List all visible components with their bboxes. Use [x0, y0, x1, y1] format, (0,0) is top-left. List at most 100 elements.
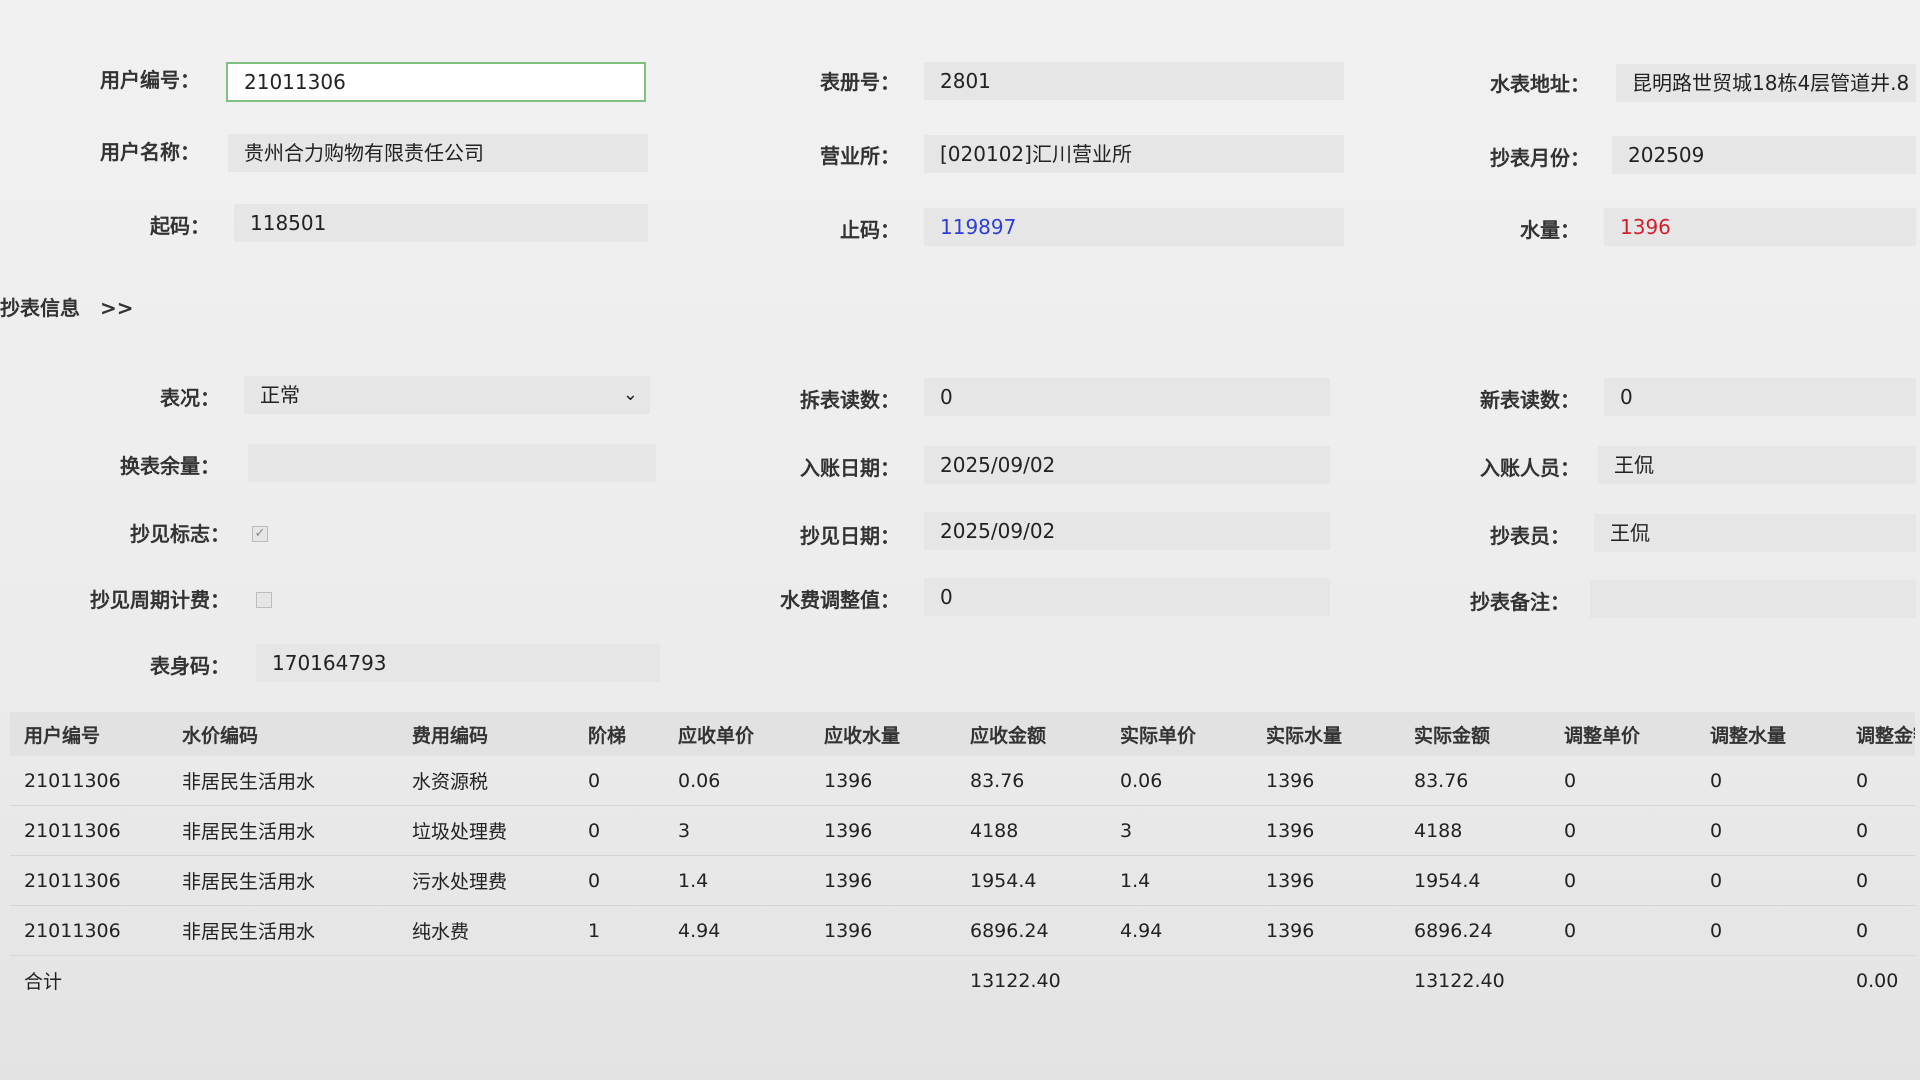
table-cell: 非居民生活用水	[168, 855, 398, 906]
reading-remark-field[interactable]	[1590, 580, 1916, 618]
cycle-fee-checkbox[interactable]	[256, 592, 272, 608]
table-cell: 4188	[956, 805, 1106, 856]
total-adjust-amount: 0.00	[1856, 969, 1899, 992]
table-cell: 纯水费	[398, 905, 574, 956]
table-cell: 6896.24	[956, 905, 1106, 956]
total-label: 合计	[24, 971, 63, 993]
new-meter-reading-label: 新表读数：	[1480, 388, 1580, 412]
table-cell: 1954.4	[956, 855, 1106, 906]
table-cell: 1954.4	[1400, 855, 1550, 906]
table-row[interactable]: 21011306 非居民生活用水 水资源税 0 0.06 1396 83.76 …	[10, 756, 1915, 806]
meter-address-field[interactable]: 昆明路世贸城18栋4层管道井.8	[1616, 64, 1916, 102]
post-person-label: 入账人员：	[1480, 456, 1580, 480]
table-cell: 0	[1842, 855, 1915, 906]
table-cell: 非居民生活用水	[168, 805, 398, 856]
meter-body-code-field[interactable]: 170164793	[256, 644, 660, 682]
table-cell: 0	[1842, 905, 1915, 956]
end-code-field[interactable]: 119897	[924, 208, 1344, 246]
column-header[interactable]: 水价编码	[168, 712, 398, 756]
office-field[interactable]: [020102]汇川营业所	[924, 135, 1344, 173]
table-cell: 污水处理费	[398, 855, 574, 906]
fee-adjust-label: 水费调整值：	[780, 588, 900, 612]
column-header[interactable]: 调整单价	[1550, 712, 1696, 756]
column-header[interactable]: 用户编号	[10, 712, 168, 756]
column-header[interactable]: 调整金额	[1842, 712, 1915, 756]
replace-balance-label: 换表余量：	[120, 454, 220, 478]
table-cell: 0	[1696, 805, 1842, 856]
column-header[interactable]: 费用编码	[398, 712, 574, 756]
meter-status-select[interactable]: 正常 ⌄	[244, 376, 650, 414]
start-code-label: 起码：	[150, 214, 210, 238]
chevron-down-icon: ⌄	[622, 384, 638, 405]
start-code-field[interactable]: 118501	[234, 204, 648, 242]
table-row[interactable]: 21011306 非居民生活用水 纯水费 1 4.94 1396 6896.24…	[10, 905, 1915, 956]
reader-field[interactable]: 王侃	[1594, 514, 1916, 552]
book-no-label: 表册号：	[820, 70, 900, 94]
table-cell: 1396	[810, 805, 956, 856]
meter-address-label: 水表地址：	[1490, 72, 1590, 96]
column-header[interactable]: 实际单价	[1106, 712, 1252, 756]
table-cell: 21011306	[10, 756, 168, 806]
new-meter-reading-field[interactable]: 0	[1604, 378, 1916, 416]
water-qty-field[interactable]: 1396	[1604, 208, 1916, 246]
table-cell: 4188	[1400, 805, 1550, 856]
book-no-field[interactable]: 2801	[924, 62, 1344, 100]
table-cell: 1396	[1252, 855, 1400, 906]
table-cell: 83.76	[956, 756, 1106, 806]
table-cell: 1396	[810, 905, 956, 956]
table-cell: 1396	[1252, 905, 1400, 956]
read-month-label: 抄表月份：	[1490, 146, 1590, 170]
seen-date-field[interactable]: 2025/09/02	[924, 512, 1330, 550]
seen-flag-checkbox[interactable]: ✓	[252, 526, 268, 542]
table-cell: 1396	[810, 855, 956, 906]
table-cell: 1396	[1252, 805, 1400, 856]
meter-status-label: 表况：	[160, 386, 220, 410]
reader-label: 抄表员：	[1490, 524, 1570, 548]
table-row[interactable]: 21011306 非居民生活用水 垃圾处理费 0 3 1396 4188 3 1…	[10, 805, 1915, 856]
column-header[interactable]: 阶梯	[574, 712, 664, 756]
column-header[interactable]: 应收水量	[810, 712, 956, 756]
column-header[interactable]: 应收金额	[956, 712, 1106, 756]
table-cell: 非居民生活用水	[168, 756, 398, 806]
water-qty-label: 水量：	[1520, 218, 1580, 242]
meter-reading-section-title[interactable]: 抄表信息 >>	[0, 292, 134, 321]
column-header[interactable]: 调整水量	[1696, 712, 1842, 756]
table-cell: 0	[1696, 756, 1842, 806]
user-no-input[interactable]: 21011306	[226, 62, 646, 102]
meter-reading-page: 用户编号： 21011306 表册号： 2801 水表地址： 昆明路世贸城18栋…	[0, 0, 1920, 1080]
table-row[interactable]: 21011306 非居民生活用水 污水处理费 0 1.4 1396 1954.4…	[10, 855, 1915, 906]
table-cell: 21011306	[10, 805, 168, 856]
table-header-row: 用户编号 水价编码 费用编码 阶梯 应收单价 应收水量 应收金额 实际单价 实际…	[10, 712, 1915, 756]
table-cell: 0	[574, 756, 664, 806]
table-total-row: 合计 13122.40 13122.40 0.00	[10, 956, 1915, 1006]
table-cell: 3	[1106, 805, 1252, 856]
table-cell: 水资源税	[398, 756, 574, 806]
replace-balance-field[interactable]	[248, 444, 656, 482]
table-cell: 0	[1550, 905, 1696, 956]
meter-status-value: 正常	[260, 383, 300, 407]
table-cell: 垃圾处理费	[398, 805, 574, 856]
column-header[interactable]: 应收单价	[664, 712, 810, 756]
fee-adjust-field[interactable]: 0	[924, 578, 1330, 616]
read-month-field[interactable]: 202509	[1612, 136, 1916, 174]
column-header[interactable]: 实际金额	[1400, 712, 1550, 756]
table-cell: 1.4	[1106, 855, 1252, 906]
table-cell: 4.94	[1106, 905, 1252, 956]
table-cell: 4.94	[664, 905, 810, 956]
cycle-fee-label: 抄见周期计费：	[90, 588, 230, 612]
table-cell: 0	[1842, 805, 1915, 856]
seen-flag-label: 抄见标志：	[130, 522, 230, 546]
dismantle-reading-field[interactable]: 0	[924, 378, 1330, 416]
table-cell: 6896.24	[1400, 905, 1550, 956]
table-cell: 1396	[1252, 756, 1400, 806]
user-name-field[interactable]: 贵州合力购物有限责任公司	[228, 134, 648, 172]
table-cell: 0	[1696, 855, 1842, 906]
table-cell: 83.76	[1400, 756, 1550, 806]
seen-date-label: 抄见日期：	[800, 524, 900, 548]
post-person-field[interactable]: 王侃	[1598, 446, 1916, 484]
table-cell: 0	[574, 855, 664, 906]
dismantle-reading-label: 拆表读数：	[800, 388, 900, 412]
post-date-field[interactable]: 2025/09/02	[924, 446, 1330, 484]
table-cell: 非居民生活用水	[168, 905, 398, 956]
column-header[interactable]: 实际水量	[1252, 712, 1400, 756]
